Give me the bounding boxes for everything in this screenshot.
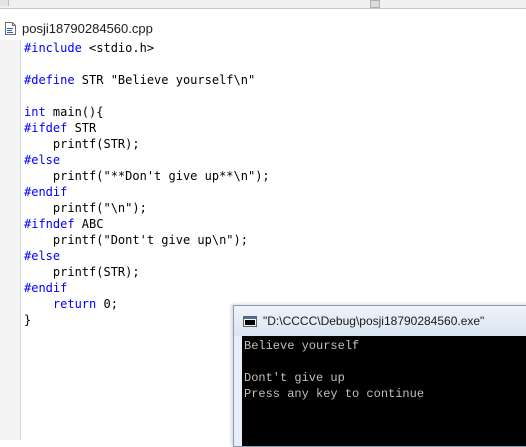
code-line: printf("**Don't give up**\n"); — [24, 168, 270, 184]
code-text: printf(STR); — [24, 265, 140, 279]
scroll-thumb[interactable] — [370, 0, 380, 8]
code-text: STR — [67, 121, 97, 135]
console-output-area: Believe yourself Dont't give up Press any … — [242, 336, 526, 446]
code-keyword: #ifndef — [24, 217, 75, 231]
code-line: #endif — [24, 280, 270, 296]
console-window-icon — [243, 315, 257, 327]
code-area[interactable]: #include <stdio.h> #define STR "Believe y… — [24, 40, 270, 328]
file-tab[interactable]: posji18790284560.cpp — [0, 18, 526, 38]
scrollbar-strip[interactable] — [0, 0, 526, 9]
console-line: Press any key to continue — [244, 387, 425, 401]
code-text: ABC — [74, 217, 104, 231]
code-line: #ifdef STR — [24, 120, 270, 136]
scroll-left-button[interactable] — [0, 0, 9, 6]
code-line: #endif — [24, 184, 270, 200]
console-window[interactable]: "D:\CCCC\Debug\posji18790284560.exe" Bel… — [233, 305, 526, 447]
console-line: Believe yourself — [244, 339, 360, 353]
code-keyword: #ifdef — [24, 121, 68, 135]
code-line: #ifndef ABC — [24, 216, 270, 232]
console-title: "D:\CCCC\Debug\posji18790284560.exe" — [263, 314, 485, 328]
code-keyword: #else — [24, 153, 61, 167]
code-line: printf(STR); — [24, 264, 270, 280]
code-line: printf(STR); — [24, 136, 270, 152]
code-text: printf("\n"); — [24, 201, 147, 215]
code-text: main(){ — [45, 105, 104, 119]
code-text: } — [24, 313, 32, 327]
cpp-file-icon — [5, 21, 16, 35]
code-text: printf("Dont't give up\n"); — [24, 233, 248, 247]
code-text: printf("**Don't give up**\n"); — [24, 169, 270, 183]
code-keyword: #endif — [24, 185, 68, 199]
code-keyword: #endif — [24, 281, 68, 295]
code-keyword: return — [52, 297, 97, 311]
code-line: int main(){ — [24, 104, 270, 120]
editor-gutter — [0, 40, 21, 440]
code-text: printf(STR); — [24, 137, 140, 151]
code-line: #else — [24, 152, 270, 168]
console-output: Believe yourself Dont't give up Press any … — [244, 338, 424, 402]
console-line: Dont't give up — [244, 371, 345, 385]
code-line: printf("Dont't give up\n"); — [24, 232, 270, 248]
code-keyword: #include — [24, 41, 82, 55]
code-keyword: #else — [24, 249, 61, 263]
code-line: #include <stdio.h> — [24, 40, 270, 56]
console-title-bar[interactable]: "D:\CCCC\Debug\posji18790284560.exe" — [234, 306, 526, 336]
code-keyword: int — [24, 105, 46, 119]
code-line: printf("\n"); — [24, 200, 270, 216]
code-line: #define STR "Believe yourself\n" — [24, 72, 270, 88]
code-text: <stdio.h> — [81, 41, 155, 55]
tab-title: posji18790284560.cpp — [22, 20, 153, 36]
code-line: #else — [24, 248, 270, 264]
code-text: STR "Believe yourself\n" — [74, 73, 256, 87]
code-text: 0; — [96, 297, 118, 311]
code-keyword: #define — [24, 73, 75, 87]
